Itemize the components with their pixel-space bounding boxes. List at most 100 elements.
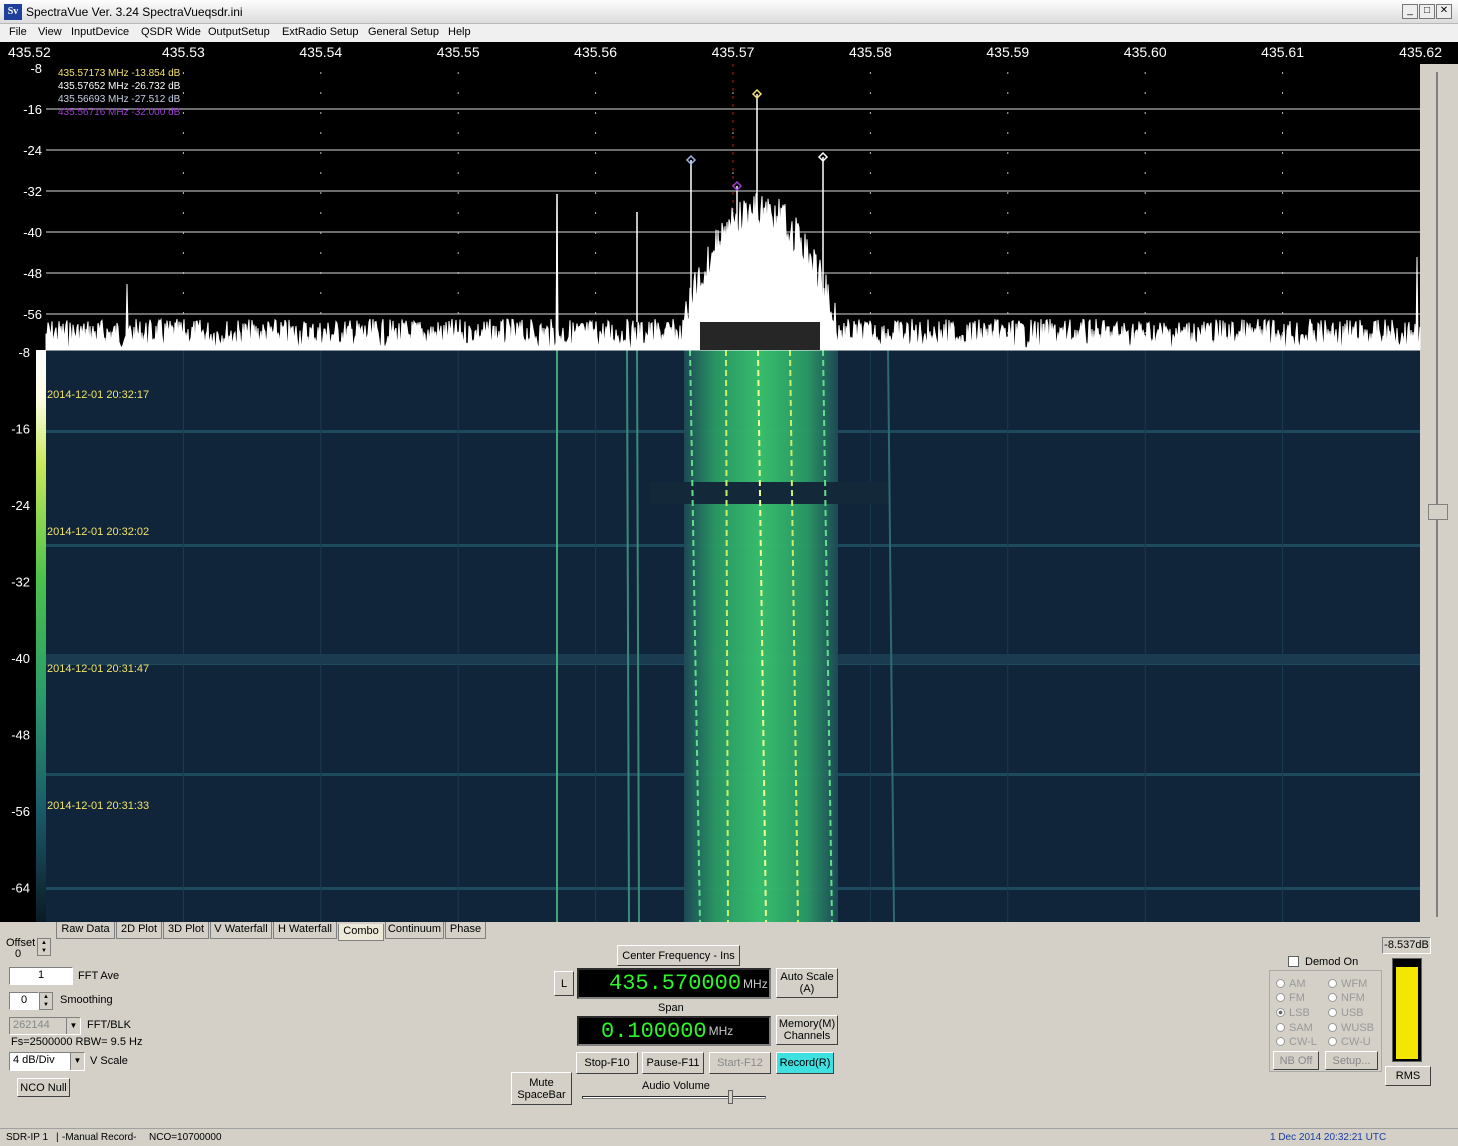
tab-2d-plot[interactable]: 2D Plot (116, 922, 162, 939)
setup-button[interactable]: Setup... (1325, 1051, 1378, 1070)
center-frequency-value: 435.570000 (609, 971, 742, 996)
waterfall-dropout (650, 482, 890, 504)
mode-cwu-radio[interactable]: CW-U (1328, 1036, 1371, 1048)
audio-volume-thumb[interactable] (728, 1090, 733, 1104)
mode-wfm-radio[interactable]: WFM (1328, 978, 1367, 990)
demod-on-checkbox[interactable] (1288, 956, 1299, 967)
fft-blk-label: FFT/BLK (87, 1019, 132, 1031)
tab-continuum[interactable]: Continuum (385, 922, 444, 939)
radio-icon (1328, 1037, 1337, 1046)
pause-button[interactable]: Pause-F11 (642, 1052, 704, 1074)
span-value: 0.100000 (601, 1018, 707, 1044)
radio-icon (1276, 979, 1285, 988)
mode-cwl-radio[interactable]: CW-L (1276, 1036, 1317, 1048)
mute-button[interactable]: Mute SpaceBar (511, 1072, 572, 1105)
mode-lsb-radio[interactable]: LSB (1276, 1007, 1310, 1019)
freq-tick-label: 435.53 (162, 44, 205, 60)
freq-tick-label: 435.54 (299, 44, 342, 60)
waterfall-timestamp: 2014-12-01 20:32:17 (47, 389, 149, 401)
mode-usb-radio[interactable]: USB (1328, 1007, 1364, 1019)
menu-qsdr-wide[interactable]: QSDR Wide (141, 26, 201, 38)
spectrum-db-label: -32 (23, 184, 42, 199)
menu-extradio-setup[interactable]: ExtRadio Setup (282, 26, 358, 38)
marker-readout: 435.56693 MHz -27.512 dB (58, 94, 181, 105)
status-nco: NCO=10700000 (149, 1132, 222, 1143)
status-datetime: 1 Dec 2014 20:32:21 UTC (1270, 1132, 1387, 1143)
mode-wfm-label: WFM (1341, 978, 1368, 990)
waterfall-db-label: -32 (11, 575, 30, 590)
menu-file[interactable]: File (9, 26, 27, 38)
center-frequency-display[interactable]: 435.570000 MHz (577, 968, 771, 999)
tab-combo[interactable]: Combo (338, 924, 384, 941)
menu-view[interactable]: View (38, 26, 62, 38)
audio-volume-slider[interactable] (582, 1096, 766, 1099)
memory-channels-button[interactable]: Memory(M) Channels (776, 1015, 838, 1045)
smoothing-input[interactable]: 0 (9, 992, 39, 1010)
rms-button[interactable]: RMS (1385, 1066, 1431, 1086)
span-display[interactable]: 0.100000 MHz (577, 1016, 771, 1046)
mode-nfm-radio[interactable]: NFM (1328, 992, 1365, 1004)
offset-value: 0 (15, 948, 22, 960)
tab-raw-data[interactable]: Raw Data (56, 922, 115, 939)
freq-tick-label: 435.62 (1399, 44, 1442, 60)
level-slider-handle[interactable] (1428, 504, 1448, 520)
control-panel: Raw Data 2D Plot 3D Plot V Waterfall H W… (0, 922, 1458, 1128)
waterfall-timestamp: 2014-12-01 20:32:02 (47, 526, 149, 538)
mode-am-radio[interactable]: AM (1276, 978, 1306, 990)
minimize-button[interactable]: _ (1402, 4, 1418, 19)
waterfall-db-label: -64 (11, 881, 30, 896)
menu-inputdevice[interactable]: InputDevice (71, 26, 129, 38)
spectrum-db-label: -40 (23, 225, 42, 240)
fft-blk-select[interactable]: 262144 ▼ (9, 1017, 81, 1035)
radio-icon (1328, 1023, 1337, 1032)
center-frequency-unit: MHz (743, 976, 768, 991)
nco-null-button[interactable]: NCO Null (17, 1078, 70, 1097)
mode-nfm-label: NFM (1341, 992, 1365, 1004)
auto-scale-button[interactable]: Auto Scale (A) (776, 968, 838, 998)
spectrum-plot-area[interactable]: 435.52 435.53 435.54 435.55 435.56 435.57 435.… (0, 42, 1458, 923)
l-button[interactable]: L (554, 971, 574, 996)
mode-fm-radio[interactable]: FM (1276, 992, 1305, 1004)
status-device: SDR-IP 1 (6, 1132, 49, 1143)
smoothing-label: Smoothing (60, 994, 113, 1006)
radio-icon (1276, 1023, 1285, 1032)
smoothing-spinner[interactable]: ▲ ▼ (39, 992, 53, 1010)
mode-fm-label: FM (1289, 992, 1305, 1004)
status-bar: SDR-IP 1 | -Manual Record- NCO=10700000 … (0, 1128, 1458, 1146)
freq-tick-label: 435.58 (849, 44, 892, 60)
record-button[interactable]: Record(R) (776, 1052, 834, 1074)
mode-wusb-label: WUSB (1341, 1022, 1374, 1034)
spectrum-and-waterfall[interactable]: 435.52 435.53 435.54 435.55 435.56 435.57 435.… (0, 42, 1458, 923)
mode-sam-radio[interactable]: SAM (1276, 1022, 1313, 1034)
fs-rbw-info: Fs=2500000 RBW= 9.5 Hz (11, 1036, 143, 1048)
fft-ave-input[interactable]: 1 (9, 967, 73, 985)
app-icon: Sv (4, 4, 22, 20)
center-frequency-button[interactable]: Center Frequency - Ins (617, 945, 740, 966)
tab-v-waterfall[interactable]: V Waterfall (210, 922, 272, 939)
radio-icon (1328, 979, 1337, 988)
vscale-select[interactable]: 4 dB/Div ▼ (9, 1052, 85, 1071)
menu-help[interactable]: Help (448, 26, 471, 38)
close-button[interactable]: ✕ (1436, 4, 1452, 19)
waterfall-db-label: -8 (18, 345, 30, 360)
span-unit: MHz (708, 1024, 734, 1038)
menu-outputsetup[interactable]: OutputSetup (208, 26, 270, 38)
maximize-button[interactable]: □ (1419, 4, 1435, 19)
signal-band (684, 350, 838, 922)
signal-level-meter (1392, 958, 1422, 1062)
tab-3d-plot[interactable]: 3D Plot (163, 922, 209, 939)
mode-lsb-label: LSB (1289, 1007, 1310, 1019)
freq-tick-label: 435.60 (1124, 44, 1167, 60)
tab-h-waterfall[interactable]: H Waterfall (273, 922, 337, 939)
start-button[interactable]: Start-F12 (709, 1052, 771, 1074)
mode-wusb-radio[interactable]: WUSB (1328, 1022, 1374, 1034)
demod-on-label: Demod On (1305, 956, 1359, 968)
tab-phase[interactable]: Phase (445, 922, 486, 939)
spectrum-db-label: -48 (23, 266, 42, 281)
stop-button[interactable]: Stop-F10 (576, 1052, 638, 1074)
offset-spinner[interactable]: ▲ ▼ (37, 938, 51, 956)
mode-sam-label: SAM (1289, 1022, 1313, 1034)
nb-off-button[interactable]: NB Off (1273, 1051, 1319, 1070)
menu-general-setup[interactable]: General Setup (368, 26, 439, 38)
title-bar: Sv SpectraVue Ver. 3.24 SpectraVueqsdr.i… (0, 0, 1458, 24)
